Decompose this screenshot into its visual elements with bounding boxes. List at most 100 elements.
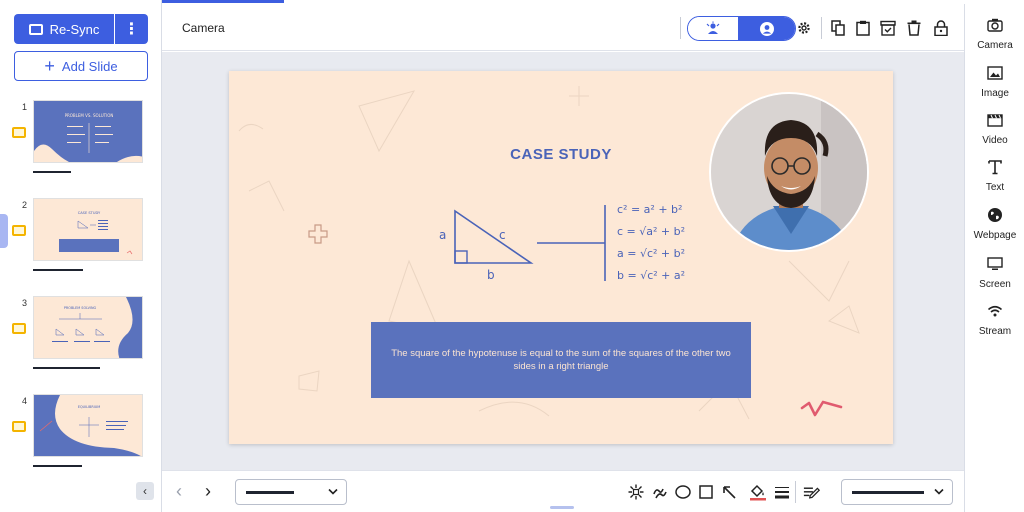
image-icon	[986, 64, 1004, 82]
lock-button[interactable]	[932, 19, 950, 37]
slide-type-icon	[12, 323, 26, 334]
slide-name-bar	[33, 367, 100, 369]
globe-icon	[986, 206, 1004, 224]
chevron-down-icon	[328, 488, 338, 495]
camera-feed[interactable]	[709, 92, 869, 252]
monitor-icon	[986, 255, 1004, 273]
more-options-button[interactable]: ⋮	[115, 14, 148, 44]
edit-note-icon	[803, 487, 821, 499]
current-slide[interactable]: a c b c² = a² + b² c = √a² + b² a = √c² …	[229, 71, 893, 444]
stroke-style-dropdown[interactable]	[841, 479, 953, 505]
slide-type-icon	[12, 225, 26, 236]
slide-thumbnail-title: CASE STUDY	[78, 211, 101, 215]
image-label: Image	[981, 88, 1009, 99]
formula-line: c² = a² + b²	[617, 203, 682, 216]
triangle-label-a: a	[439, 228, 446, 242]
spotlight-tool-button[interactable]	[627, 483, 645, 501]
add-camera-button[interactable]: Camera	[965, 10, 1024, 54]
stroke-style-preview	[852, 491, 924, 494]
slide-thumbnail: PROBLEM VS. SOLUTION	[33, 100, 143, 163]
copy-icon	[831, 20, 845, 36]
stream-label: Stream	[978, 326, 1012, 337]
screen-icon	[28, 23, 43, 35]
add-slide-label: Add Slide	[61, 58, 118, 74]
slide-thumbnail: CASE STUDY	[33, 198, 143, 261]
presenter-icon	[706, 21, 720, 34]
archive-check-icon	[880, 20, 896, 36]
slide-thumbnail-title: PROBLEM SOLVING	[64, 306, 97, 310]
slide-number: 1	[22, 102, 28, 112]
slide-number: 4	[22, 396, 28, 406]
add-stream-button[interactable]: Stream	[965, 296, 1024, 340]
text-label: Text	[985, 182, 1005, 193]
slide-list-item[interactable]: 1 PROBLEM VS. SOLUTION	[0, 100, 160, 190]
text-icon	[986, 158, 1004, 176]
resync-button[interactable]: Re-Sync	[14, 14, 114, 44]
slide-list-item[interactable]: 2 CASE STUDY	[0, 198, 160, 288]
chevron-down-icon	[934, 488, 944, 495]
previous-slide-button[interactable]: ‹	[170, 481, 188, 501]
circle-icon	[675, 485, 691, 499]
slide-thumbnail-title: EQUILIBRIUM	[78, 405, 100, 409]
line-weight-icon	[775, 487, 789, 499]
user-circle-icon	[759, 21, 774, 36]
slides-sidebar: Re-Sync ⋮ + Add Slide 1 PROBLEM VS. SOLU…	[0, 0, 162, 512]
slide-type-icon	[12, 127, 26, 138]
freehand-tool-button[interactable]	[651, 483, 669, 501]
rectangle-tool-button[interactable]	[697, 483, 715, 501]
slide-thumbnail: PROBLEM SOLVING	[33, 296, 143, 359]
slide-thumbnail-art: PROBLEM VS. SOLUTION	[34, 101, 142, 162]
lock-icon	[934, 20, 948, 36]
top-accent-bar	[160, 0, 284, 3]
slide-number: 2	[22, 200, 28, 210]
camera-icon	[986, 16, 1004, 34]
copy-button[interactable]	[829, 19, 847, 37]
camera-view-option[interactable]	[738, 17, 795, 40]
arrow-tool-button[interactable]	[720, 483, 738, 501]
delete-button[interactable]	[905, 19, 923, 37]
add-video-button[interactable]: Video	[965, 105, 1024, 149]
slide-number: 3	[22, 298, 28, 308]
archive-button[interactable]	[879, 19, 897, 37]
toolbar-divider	[795, 481, 796, 503]
add-image-button[interactable]: Image	[965, 58, 1024, 102]
toolbar-divider	[821, 17, 822, 39]
kebab-icon: ⋮	[123, 21, 140, 38]
line-style-dropdown[interactable]	[235, 479, 347, 505]
add-slide-button[interactable]: + Add Slide	[14, 51, 148, 81]
add-screen-button[interactable]: Screen	[965, 249, 1024, 293]
view-mode-toggle	[687, 16, 796, 41]
video-label: Video	[982, 135, 1008, 146]
resync-group: Re-Sync ⋮	[14, 14, 148, 44]
paste-button[interactable]	[854, 19, 872, 37]
bottom-resize-handle[interactable]	[550, 506, 574, 509]
fill-color-button[interactable]	[749, 483, 767, 501]
ellipse-tool-button[interactable]	[674, 483, 692, 501]
chevron-left-icon: ‹	[143, 484, 147, 498]
stroke-width-button[interactable]	[773, 483, 791, 501]
slide-thumbnail-art: PROBLEM SOLVING	[34, 297, 142, 358]
formula-line: c = √a² + b²	[617, 225, 685, 238]
editor-toolbar: Camera	[162, 4, 964, 51]
slide-list-item[interactable]: 3 PROBLEM SOLVING	[0, 296, 160, 386]
presenter-view-option[interactable]	[688, 17, 738, 40]
triangle-label-c: c	[499, 228, 506, 242]
slide-thumbnail-art: EQUILIBRIUM	[34, 395, 142, 456]
webpage-label: Webpage	[973, 230, 1017, 241]
next-slide-button[interactable]: ›	[199, 481, 217, 501]
camera-label: Camera	[977, 40, 1013, 51]
slide-type-icon	[12, 421, 26, 432]
video-icon	[986, 111, 1004, 129]
settings-button[interactable]	[795, 19, 813, 37]
add-webpage-button[interactable]: Webpage	[965, 200, 1024, 244]
arrow-up-left-icon	[723, 486, 736, 499]
sparkle-icon	[628, 484, 644, 500]
collapse-sidebar-button[interactable]: ‹	[136, 482, 154, 500]
add-text-button[interactable]: Text	[965, 152, 1024, 196]
slide-list-item[interactable]: 4 EQUILIBRIUM	[0, 394, 160, 484]
media-panel: Camera Image Video Text Webpage Screen S…	[964, 4, 1024, 512]
line-style-preview	[246, 491, 294, 494]
active-slide-indicator	[0, 214, 8, 248]
slide-thumbnail-art: CASE STUDY	[34, 199, 142, 260]
annotate-text-button[interactable]	[803, 483, 821, 501]
